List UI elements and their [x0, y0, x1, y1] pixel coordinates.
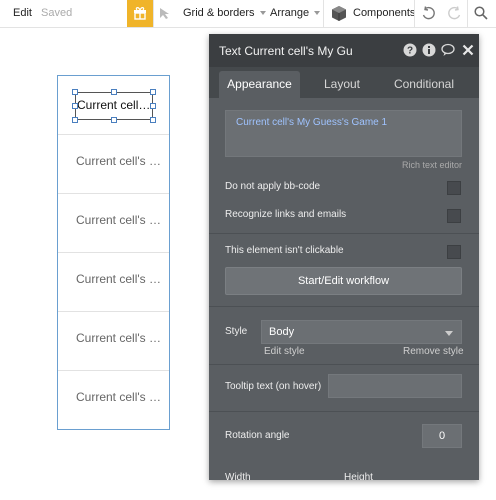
tab-conditional[interactable]: Conditional	[384, 71, 464, 98]
toolbar-divider	[323, 0, 324, 27]
divider	[209, 411, 479, 412]
toolbar-divider	[414, 0, 415, 27]
resize-handle[interactable]	[72, 117, 78, 123]
arrange-label: Arrange	[270, 7, 310, 19]
undo-icon[interactable]	[421, 0, 437, 27]
list-item[interactable]: Current cell's My Guess's Game 1	[58, 312, 169, 371]
style-value: Body	[269, 326, 295, 338]
arrange-dropdown[interactable]: Arrange	[270, 0, 321, 27]
list-item[interactable]: Current cell's My Guess's Game 1	[58, 194, 169, 253]
rotation-label: Rotation angle	[225, 430, 290, 441]
edit-style-link[interactable]: Edit style	[264, 346, 305, 357]
option-label: Recognize links and emails	[225, 209, 347, 220]
option-label: This element isn't clickable	[225, 245, 344, 256]
style-label: Style	[225, 326, 248, 337]
selected-text-element[interactable]: Current cell's My Guess's Game 1	[75, 92, 153, 120]
resize-handle[interactable]	[72, 103, 78, 109]
tab-appearance[interactable]: Appearance	[219, 71, 300, 98]
cursor-icon[interactable]	[159, 0, 173, 27]
property-editor-panel[interactable]: Text Current cell's My Gu ? Appearance L…	[209, 34, 479, 480]
list-item[interactable]: Current cell's My Guess's Game 1	[58, 371, 169, 430]
divider	[209, 306, 479, 307]
remove-style-link[interactable]: Remove style	[403, 346, 464, 357]
width-label: Width	[225, 472, 251, 480]
resize-handle[interactable]	[111, 117, 117, 123]
info-icon[interactable]	[422, 43, 436, 57]
comment-icon[interactable]	[441, 43, 455, 57]
cell-text[interactable]: Current cell's My Guess's Game 1	[76, 390, 166, 404]
divider	[209, 364, 479, 365]
list-item[interactable]: Current cell's My Guess's Game 1	[58, 135, 169, 194]
edit-menu[interactable]: Edit	[13, 0, 32, 27]
close-icon[interactable]	[461, 43, 475, 57]
bbcode-checkbox[interactable]	[447, 181, 461, 195]
chevron-down-icon	[259, 11, 266, 16]
cell-text[interactable]: Current cell's My Guess's Game 1	[76, 154, 166, 168]
option-label: Do not apply bb-code	[225, 181, 321, 192]
resize-handle[interactable]	[111, 89, 117, 95]
height-label: Height	[344, 472, 373, 480]
toolbar-divider	[153, 0, 154, 27]
toolbar-divider	[467, 0, 468, 27]
rotation-input[interactable]: 0	[422, 424, 462, 448]
svg-text:?: ?	[407, 46, 413, 57]
tooltip-input[interactable]	[328, 374, 462, 398]
chevron-down-icon	[445, 331, 453, 336]
cell-text[interactable]: Current cell's My Guess's Game 1	[76, 213, 166, 227]
help-icon[interactable]: ?	[403, 43, 417, 57]
grid-borders-dropdown[interactable]: Grid & borders	[183, 0, 266, 27]
gift-icon[interactable]	[127, 0, 153, 27]
dynamic-expression[interactable]: Current cell's My Guess's Game 1	[236, 117, 387, 128]
style-select[interactable]: Body	[261, 320, 462, 344]
redo-icon[interactable]	[447, 0, 463, 27]
cube-icon[interactable]	[331, 0, 347, 27]
rich-text-field[interactable]: Current cell's My Guess's Game 1	[225, 110, 462, 157]
links-checkbox[interactable]	[447, 209, 461, 223]
list-item[interactable]: Current cell's My Guess's Game 1	[58, 253, 169, 312]
resize-handle[interactable]	[72, 89, 78, 95]
grid-borders-label: Grid & borders	[183, 7, 255, 19]
tab-layout[interactable]: Layout	[302, 71, 382, 98]
divider	[209, 233, 479, 234]
save-status: Saved	[41, 7, 73, 19]
chevron-down-icon	[314, 11, 321, 16]
repeating-group[interactable]: Current cell's My Guess's Game 1 Current…	[57, 75, 170, 430]
panel-title: Text Current cell's My Gu	[219, 44, 353, 58]
resize-handle[interactable]	[150, 117, 156, 123]
cell-text[interactable]: Current cell's My Guess's Game 1	[76, 331, 166, 345]
cell-text[interactable]: Current cell's My Guess's Game 1	[76, 272, 166, 286]
search-icon[interactable]	[474, 0, 490, 27]
top-toolbar: Edit Saved Grid & borders Arrange Compon…	[0, 0, 496, 28]
resize-handle[interactable]	[150, 89, 156, 95]
rich-text-editor-link[interactable]: Rich text editor	[402, 160, 462, 170]
resize-handle[interactable]	[150, 103, 156, 109]
components-button[interactable]: Components	[353, 0, 415, 27]
clickable-checkbox[interactable]	[447, 245, 461, 259]
start-edit-workflow-button[interactable]: Start/Edit workflow	[225, 267, 462, 295]
tooltip-label: Tooltip text (on hover)	[225, 381, 322, 392]
panel-tabs: Appearance Layout Conditional	[209, 67, 479, 98]
list-item[interactable]: Current cell's My Guess's Game 1	[58, 76, 169, 135]
panel-header[interactable]: Text Current cell's My Gu ?	[209, 34, 479, 67]
